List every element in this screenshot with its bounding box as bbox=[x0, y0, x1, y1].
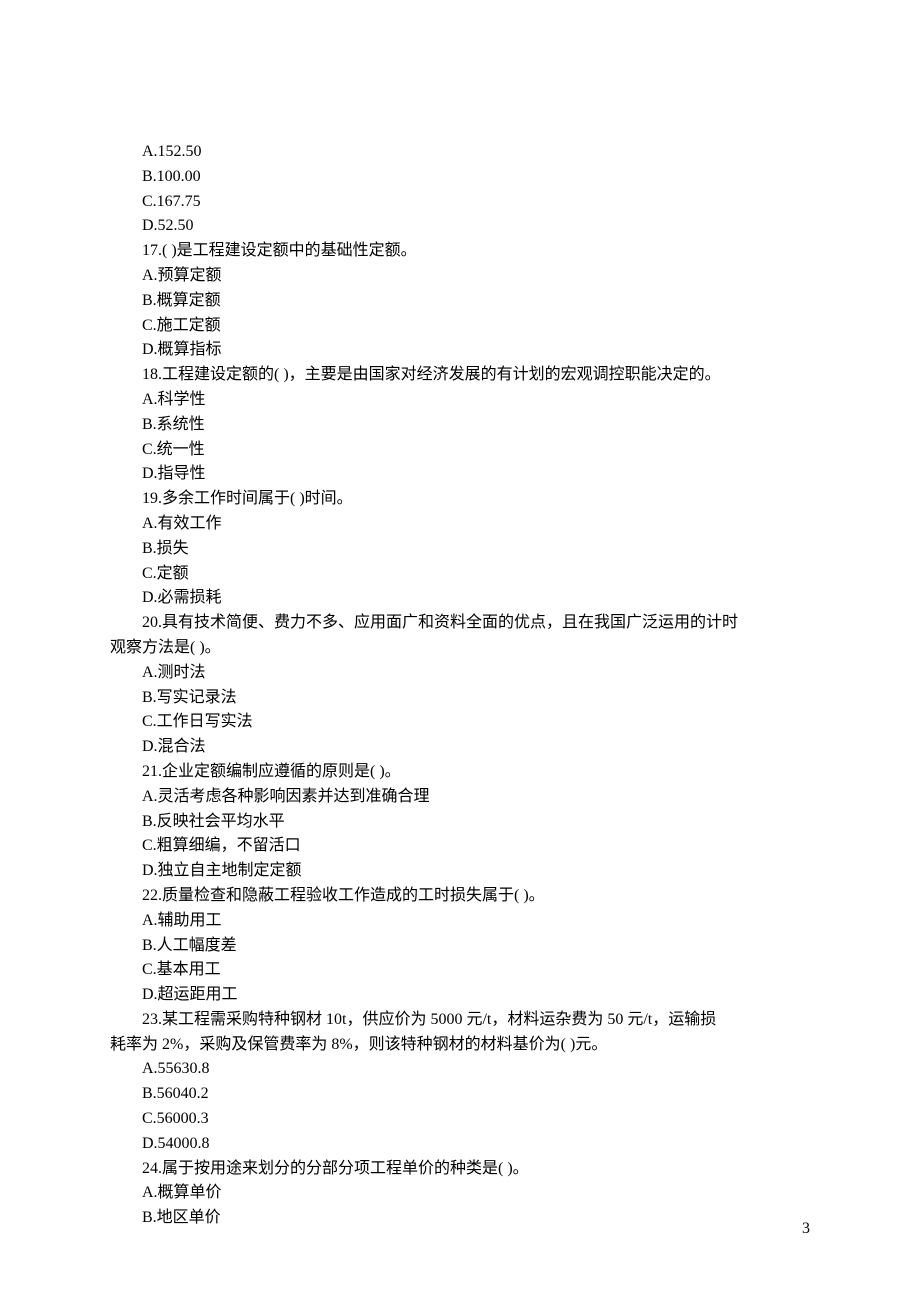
q23-option-b: B.56040.2 bbox=[110, 1082, 810, 1107]
q20-option-b: B.写实记录法 bbox=[110, 686, 810, 711]
q23-option-a: A.55630.8 bbox=[110, 1057, 810, 1082]
q18-option-a: A.科学性 bbox=[110, 388, 810, 413]
q19-option-b: B.损失 bbox=[110, 537, 810, 562]
q22-option-b: B.人工幅度差 bbox=[110, 934, 810, 959]
q22-option-d: D.超运距用工 bbox=[110, 983, 810, 1008]
q24-stem: 24.属于按用途来划分的分部分项工程单价的种类是( )。 bbox=[110, 1157, 810, 1182]
page: A.152.50 B.100.00 C.167.75 D.52.50 17.( … bbox=[0, 0, 920, 1302]
q21-option-a: A.灵活考虑各种影响因素并达到准确合理 bbox=[110, 785, 810, 810]
q23-option-d: D.54000.8 bbox=[110, 1132, 810, 1157]
q18-stem: 18.工程建设定额的( )，主要是由国家对经济发展的有计划的宏观调控职能决定的。 bbox=[110, 363, 810, 388]
q24-option-a: A.概算单价 bbox=[110, 1181, 810, 1206]
q19-stem: 19.多余工作时间属于( )时间。 bbox=[110, 487, 810, 512]
q22-stem: 22.质量检查和隐蔽工程验收工作造成的工时损失属于( )。 bbox=[110, 884, 810, 909]
q19-option-d: D.必需损耗 bbox=[110, 586, 810, 611]
q17-stem: 17.( )是工程建设定额中的基础性定额。 bbox=[110, 239, 810, 264]
q16-option-c: C.167.75 bbox=[110, 190, 810, 215]
q19-option-a: A.有效工作 bbox=[110, 512, 810, 537]
q20-option-c: C.工作日写实法 bbox=[110, 710, 810, 735]
q17-option-d: D.概算指标 bbox=[110, 338, 810, 363]
page-number: 3 bbox=[802, 1217, 810, 1242]
q21-stem: 21.企业定额编制应遵循的原则是( )。 bbox=[110, 760, 810, 785]
q16-option-a: A.152.50 bbox=[110, 140, 810, 165]
q21-option-b: B.反映社会平均水平 bbox=[110, 810, 810, 835]
q18-option-d: D.指导性 bbox=[110, 462, 810, 487]
q17-option-a: A.预算定额 bbox=[110, 264, 810, 289]
q22-option-c: C.基本用工 bbox=[110, 958, 810, 983]
q20-stem-line1: 20.具有技术简便、费力不多、应用面广和资料全面的优点，且在我国广泛运用的计时 bbox=[110, 611, 810, 636]
q18-option-b: B.系统性 bbox=[110, 413, 810, 438]
q16-option-b: B.100.00 bbox=[110, 165, 810, 190]
q21-option-c: C.粗算细编，不留活口 bbox=[110, 834, 810, 859]
q17-option-b: B.概算定额 bbox=[110, 289, 810, 314]
q21-option-d: D.独立自主地制定定额 bbox=[110, 859, 810, 884]
q22-option-a: A.辅助用工 bbox=[110, 909, 810, 934]
body-text: A.152.50 B.100.00 C.167.75 D.52.50 17.( … bbox=[110, 140, 810, 1231]
q23-stem-line2: 耗率为 2%，采购及保管费率为 8%，则该特种钢材的材料基价为( )元。 bbox=[110, 1033, 810, 1058]
q23-option-c: C.56000.3 bbox=[110, 1107, 810, 1132]
q16-option-d: D.52.50 bbox=[110, 214, 810, 239]
q20-stem-line2: 观察方法是( )。 bbox=[110, 636, 810, 661]
q20-option-d: D.混合法 bbox=[110, 735, 810, 760]
q18-option-c: C.统一性 bbox=[110, 438, 810, 463]
q24-option-b: B.地区单价 bbox=[110, 1206, 810, 1231]
q17-option-c: C.施工定额 bbox=[110, 314, 810, 339]
q19-option-c: C.定额 bbox=[110, 562, 810, 587]
q23-stem-line1: 23.某工程需采购特种钢材 10t，供应价为 5000 元/t，材料运杂费为 5… bbox=[110, 1008, 810, 1033]
q20-option-a: A.测时法 bbox=[110, 661, 810, 686]
